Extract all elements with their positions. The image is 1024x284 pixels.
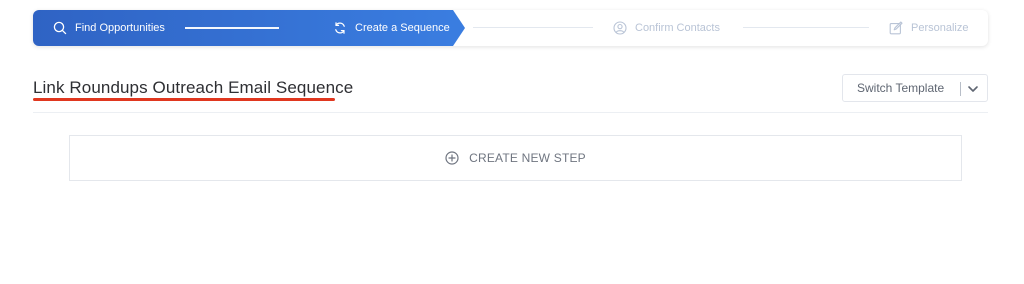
- stepper-arrow: [453, 10, 465, 46]
- step-connector: [743, 27, 869, 28]
- step-label: Confirm Contacts: [635, 22, 720, 34]
- page-title: Link Roundups Outreach Email Sequence: [33, 78, 354, 97]
- step-create-sequence[interactable]: Create a Sequence: [333, 10, 450, 46]
- page-header: Link Roundups Outreach Email Sequence Sw…: [33, 74, 988, 110]
- header-divider: [33, 112, 988, 113]
- refresh-icon: [333, 21, 347, 35]
- step-label: Personalize: [911, 22, 969, 34]
- switch-template-label: Switch Template: [857, 81, 945, 95]
- progress-stepper: Find Opportunities Create a Sequence Con…: [33, 10, 988, 46]
- step-personalize[interactable]: Personalize: [889, 10, 968, 46]
- separator: [960, 82, 961, 96]
- create-new-step-button[interactable]: CREATE NEW STEP: [69, 135, 962, 181]
- title-underline: [33, 98, 335, 101]
- chevron-down-icon: [967, 83, 979, 98]
- step-label: Find Opportunities: [75, 22, 165, 34]
- switch-template-button[interactable]: Switch Template: [842, 74, 988, 102]
- step-confirm-contacts[interactable]: Confirm Contacts: [613, 10, 720, 46]
- step-connector: [473, 27, 593, 28]
- create-new-step-label: CREATE NEW STEP: [469, 151, 586, 165]
- step-label: Create a Sequence: [355, 22, 450, 34]
- search-icon: [53, 21, 67, 35]
- user-circle-icon: [613, 21, 627, 35]
- step-find-opportunities[interactable]: Find Opportunities: [53, 10, 165, 46]
- edit-icon: [889, 21, 903, 35]
- step-connector: [185, 27, 279, 29]
- plus-circle-icon: [445, 151, 459, 165]
